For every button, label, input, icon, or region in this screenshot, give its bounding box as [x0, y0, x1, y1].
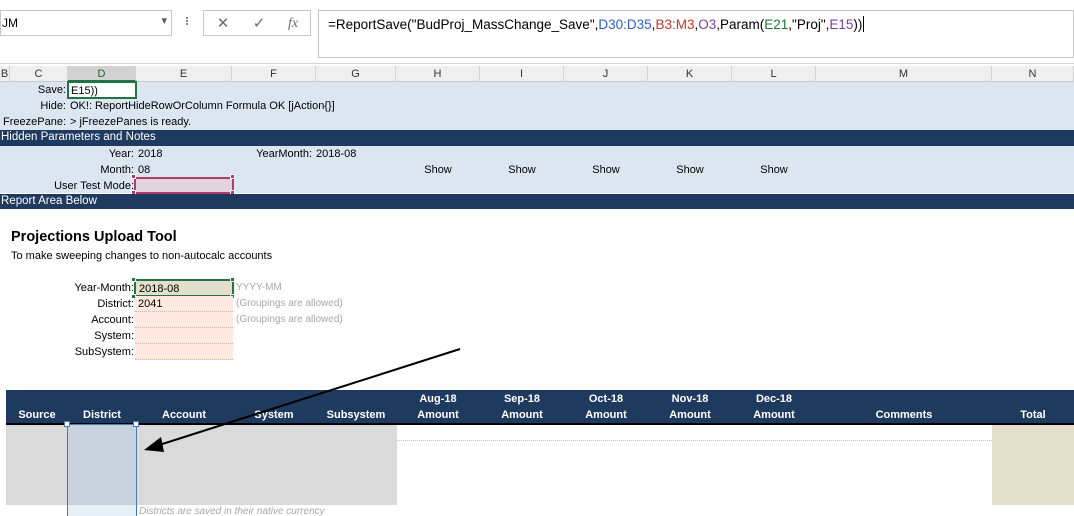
report-title: Projections Upload Tool [11, 229, 177, 245]
resize-handle-icon[interactable] [230, 174, 235, 179]
formula-token: ,"Proj", [788, 17, 830, 32]
table-header-total: Total [1020, 409, 1046, 421]
insert-function-icon[interactable]: fx [280, 13, 306, 35]
formula-token: D30:D35 [598, 17, 652, 32]
table-header-month: Sep-18 [503, 393, 541, 405]
system-input[interactable] [135, 328, 233, 344]
table-header-amount: Amount [501, 409, 543, 421]
district-footnote: Districts are saved in their native curr… [139, 506, 325, 516]
account-input[interactable] [135, 312, 233, 328]
formula-token: E21 [764, 17, 789, 32]
report-subtitle: To make sweeping changes to non-autocalc… [11, 250, 273, 262]
year-label: Year: [108, 148, 134, 160]
table-header-district: District [83, 409, 121, 421]
hide-label: Hide: [40, 100, 66, 112]
worksheet-grid: Save: E15)) Hide: OK!: ReportHideRowOrCo… [0, 81, 1074, 516]
resize-handle-icon[interactable] [131, 277, 136, 282]
show-cell[interactable]: Show [480, 162, 564, 178]
year-month-label: Year-Month: [74, 282, 134, 294]
column-header-h[interactable]: H [396, 66, 480, 82]
total-column-area[interactable] [992, 425, 1074, 505]
formula-token: =ReportSave("BudProj_MassChange_Save", [328, 17, 599, 32]
column-header-m[interactable]: M [816, 66, 992, 82]
formula-token: B3:M3 [655, 17, 695, 32]
year-value: 2018 [138, 148, 163, 160]
show-cell[interactable]: Show [564, 162, 648, 178]
column-header-c[interactable]: C [10, 66, 68, 82]
column-header-i[interactable]: I [480, 66, 564, 82]
table-header-amount: Amount [753, 409, 795, 421]
hide-value: OK!: ReportHideRowOrColumn Formula OK [j… [70, 100, 335, 112]
year-month-hint: YYYY-MM [236, 282, 282, 293]
formula-token: O3 [698, 17, 717, 32]
cancel-icon[interactable]: ✕ [210, 13, 236, 35]
district-column-selection[interactable] [67, 424, 137, 516]
year-month-value: 2018-08 [139, 283, 180, 295]
splitter-handle-icon[interactable] [186, 16, 189, 30]
column-header-row: B C D E F G H I J K L M N [0, 66, 1074, 82]
freeze-value: > jFreezePanes is ready. [70, 116, 192, 128]
system-label: System: [94, 330, 134, 342]
yearmonth-label: YearMonth: [256, 148, 312, 160]
column-header-b[interactable]: B [0, 66, 10, 82]
name-box-value: JM [2, 16, 18, 30]
column-header-f[interactable]: F [232, 66, 316, 82]
table-header-amount: Amount [669, 409, 711, 421]
table-header-month: Dec-18 [755, 393, 793, 405]
formula-token: ,Param( [716, 17, 765, 32]
account-label: Account: [91, 314, 134, 326]
table-header-amount: Amount [585, 409, 627, 421]
chevron-down-icon[interactable]: ▾ [161, 14, 167, 27]
freeze-label: FreezePane: [3, 116, 66, 128]
table-header-comments: Comments [875, 409, 933, 421]
month-label: Month: [100, 164, 134, 176]
district-input[interactable]: 2041 [135, 296, 233, 312]
user-test-mode-label: User Test Mode: [54, 180, 134, 192]
year-month-input[interactable]: 2018-08 [134, 279, 234, 297]
district-column-extension [68, 505, 136, 516]
save-cell-value: E15)) [71, 85, 98, 97]
show-cell[interactable]: Show [732, 162, 816, 178]
month-value: 08 [138, 164, 151, 176]
formula-bar: JM ▾ ✕ ✓ fx =ReportSave("BudProj_MassCha… [0, 0, 1074, 64]
yearmonth-value: 2018-08 [316, 148, 357, 160]
show-cell[interactable]: Show [648, 162, 732, 178]
report-area-header: Report Area Below [0, 194, 1074, 209]
column-header-j[interactable]: J [564, 66, 648, 82]
show-cell[interactable]: Show [396, 162, 480, 178]
hidden-params-header: Hidden Parameters and Notes [0, 130, 1074, 146]
formula-buttons: ✕ ✓ fx [203, 10, 311, 36]
formula-text: =ReportSave("BudProj_MassChange_Save",D3… [328, 17, 862, 32]
table-header-source: Source [18, 409, 56, 421]
row-divider [397, 440, 992, 441]
formula-token: )) [853, 17, 863, 32]
resize-handle-icon[interactable] [64, 421, 70, 427]
name-box[interactable]: JM ▾ [0, 10, 172, 36]
save-label: Save: [37, 84, 66, 96]
text-caret [863, 16, 865, 32]
district-label: District: [97, 298, 134, 310]
table-header-month: Oct-18 [588, 393, 624, 405]
table-header-month: Nov-18 [671, 393, 709, 405]
resize-handle-icon[interactable] [131, 174, 136, 179]
column-header-l[interactable]: L [732, 66, 816, 82]
user-test-mode-input[interactable] [134, 177, 234, 194]
subsystem-label: SubSystem: [74, 346, 134, 358]
column-header-d[interactable]: D [68, 66, 136, 82]
selected-cell-d[interactable]: E15)) [67, 81, 137, 99]
formula-input[interactable]: =ReportSave("BudProj_MassChange_Save",D3… [318, 10, 1074, 58]
district-hint: (Groupings are allowed) [236, 298, 343, 309]
district-value: 2041 [138, 298, 163, 310]
column-header-g[interactable]: G [316, 66, 396, 82]
resize-handle-icon[interactable] [230, 277, 235, 282]
annotation-arrow-icon [144, 348, 461, 452]
column-header-e[interactable]: E [136, 66, 232, 82]
resize-handle-icon[interactable] [133, 421, 139, 427]
formula-token: E15 [829, 17, 854, 32]
account-hint: (Groupings are allowed) [236, 314, 343, 325]
column-header-k[interactable]: K [648, 66, 732, 82]
enter-icon[interactable]: ✓ [246, 13, 272, 35]
column-header-n[interactable]: N [992, 66, 1074, 82]
